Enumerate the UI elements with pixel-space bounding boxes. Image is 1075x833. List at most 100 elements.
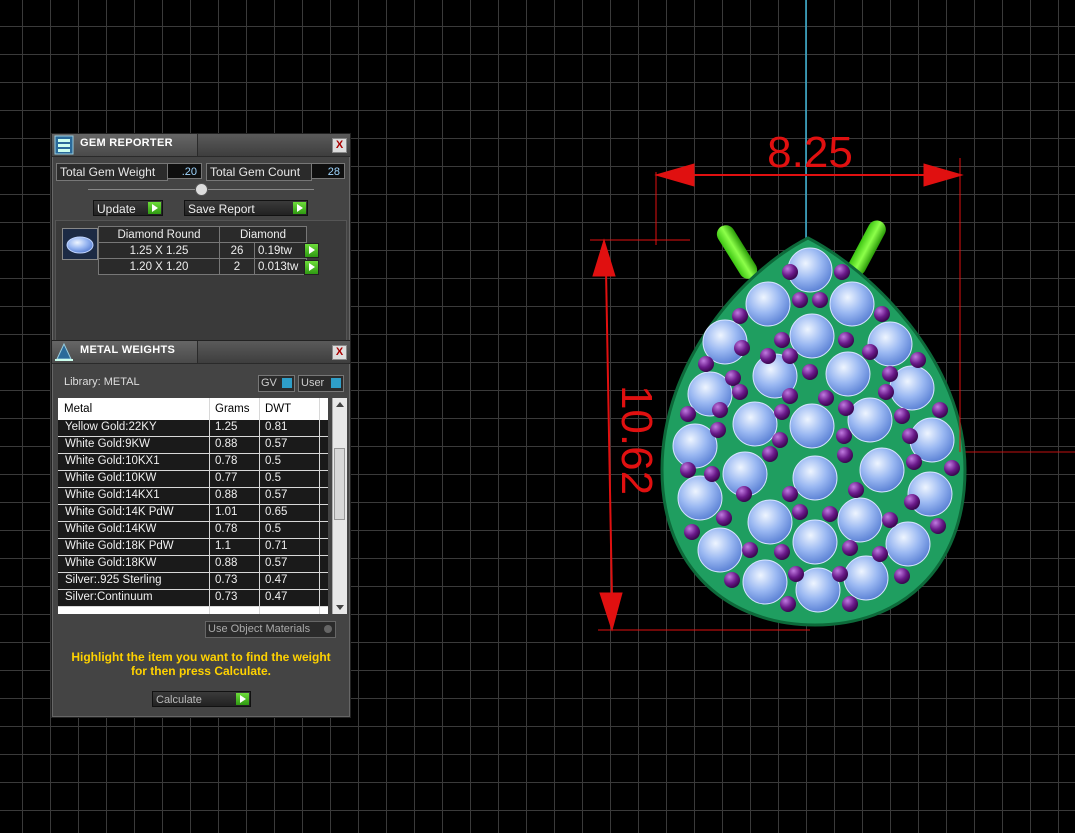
gv-label: GV — [261, 377, 277, 389]
accent-gem — [780, 596, 796, 612]
gem-reporter-tab[interactable]: GEM REPORTER — [52, 134, 198, 156]
metal-table-scrollbar[interactable] — [332, 398, 347, 614]
diamond-round-icon — [63, 229, 97, 259]
save-report-button[interactable]: Save Report — [184, 200, 308, 216]
metal-row[interactable]: White Gold:9KW 0.88 0.57 — [58, 437, 328, 454]
dwt-column-header[interactable]: DWT — [265, 403, 291, 415]
accent-gem — [944, 460, 960, 476]
gem-reporter-close-icon[interactable]: X — [332, 138, 347, 153]
metal-column-header[interactable]: Metal — [64, 403, 92, 415]
round-diamond — [792, 519, 838, 565]
slider-handle[interactable] — [195, 183, 208, 196]
metal-row[interactable]: Silver:.925 Sterling 0.73 0.47 — [58, 573, 328, 590]
metal-weights-panel: METAL WEIGHTS X Library: METAL GV User M… — [51, 340, 351, 718]
accent-gem — [774, 544, 790, 560]
accent-gem — [742, 542, 758, 558]
gem-row[interactable]: 1.25 X 1.25 26 0.19tw — [98, 242, 307, 259]
gem-row[interactable]: 1.20 X 1.20 2 0.013tw — [98, 258, 307, 275]
total-gem-count-value: 28 — [311, 163, 345, 179]
scroll-up-icon[interactable] — [336, 402, 344, 407]
metal-name: Silver:Continuum — [65, 591, 153, 603]
metal-dwt: 0.5 — [265, 455, 281, 467]
metal-weights-titlebar[interactable]: METAL WEIGHTS X — [52, 341, 350, 364]
round-diamond — [789, 403, 835, 449]
gem-row-go-icon[interactable] — [304, 243, 319, 258]
accent-gem — [837, 447, 853, 463]
accent-gem — [724, 572, 740, 588]
accent-gem — [792, 504, 808, 520]
gem-reporter-title: GEM REPORTER — [80, 137, 173, 149]
play-icon — [293, 202, 306, 214]
gem-shape-header: Diamond Round — [98, 226, 220, 243]
round-diamond — [747, 499, 793, 545]
scrollbar-thumb[interactable] — [334, 448, 345, 520]
round-diamond — [847, 397, 893, 443]
metal-row[interactable]: Silver:Continuum 0.73 0.47 — [58, 590, 328, 607]
accent-gem — [842, 540, 858, 556]
round-diamond — [677, 475, 723, 521]
accent-gem — [772, 432, 788, 448]
metal-weights-tab[interactable]: METAL WEIGHTS — [52, 341, 198, 363]
metal-row[interactable]: White Gold:14KX1 0.88 0.57 — [58, 488, 328, 505]
metal-name: White Gold:14KW — [65, 523, 157, 535]
metal-row[interactable]: White Gold:10KX1 0.78 0.5 — [58, 454, 328, 471]
accent-gem — [906, 454, 922, 470]
grams-column-header[interactable]: Grams — [215, 403, 250, 415]
height-dimension-label: 10.62 — [612, 385, 661, 495]
gem-row-go-icon[interactable] — [304, 260, 319, 275]
gem-list-area: Diamond Round Diamond 1.25 X 1.25 26 0.1… — [55, 220, 347, 342]
accent-gem — [716, 510, 732, 526]
user-label: User — [301, 377, 325, 389]
scroll-down-icon[interactable] — [336, 605, 344, 610]
bail-left — [716, 225, 758, 279]
accent-gem — [802, 364, 818, 380]
round-diamond — [867, 321, 913, 367]
accent-gem — [818, 390, 834, 406]
accent-gem — [894, 568, 910, 584]
accent-gem — [836, 428, 852, 444]
metal-grams: 0.73 — [215, 574, 238, 586]
accent-gem — [932, 402, 948, 418]
metal-grams: 1.1 — [215, 540, 231, 552]
accent-gem — [792, 292, 808, 308]
metal-table-header: Metal Grams DWT — [58, 398, 328, 421]
gem-reporter-titlebar[interactable]: GEM REPORTER X — [52, 134, 350, 157]
metal-name: White Gold:9KW — [65, 438, 150, 450]
update-button[interactable]: Update — [93, 200, 163, 216]
calculate-button[interactable]: Calculate — [152, 691, 251, 707]
accent-gem — [782, 486, 798, 502]
accent-gem — [680, 406, 696, 422]
metal-weights-close-icon[interactable]: X — [332, 345, 347, 360]
metal-row[interactable]: Yellow Gold:22KY 1.25 0.81 — [58, 420, 328, 437]
metal-row[interactable]: White Gold:14KW 0.78 0.5 — [58, 522, 328, 539]
metal-name: White Gold:18K PdW — [65, 540, 174, 552]
accent-gem — [734, 340, 750, 356]
hint-line-1: Highlight the item you want to find the … — [71, 650, 331, 664]
metal-name: White Gold:10KW — [65, 472, 157, 484]
accent-gem — [732, 384, 748, 400]
metal-grams: 0.88 — [215, 489, 238, 501]
hint-line-2: for then press Calculate. — [130, 664, 272, 678]
accent-gem — [725, 370, 741, 386]
round-diamond — [742, 559, 788, 605]
accent-gem — [680, 462, 696, 478]
accent-gem — [894, 408, 910, 424]
accent-gem — [832, 566, 848, 582]
metal-row[interactable]: White Gold:18KW 0.88 0.57 — [58, 556, 328, 573]
accent-gem — [788, 566, 804, 582]
diamond-round-thumbnail[interactable] — [62, 228, 98, 260]
metal-row[interactable]: White Gold:14K PdW 1.01 0.65 — [58, 505, 328, 522]
round-diamond — [697, 527, 743, 573]
metal-row[interactable]: White Gold:10KW 0.77 0.5 — [58, 471, 328, 488]
toggle-circle-icon — [324, 625, 332, 633]
user-toggle[interactable]: User — [298, 375, 344, 392]
accent-gem — [902, 428, 918, 444]
gv-toggle[interactable]: GV — [258, 375, 295, 392]
metal-row[interactable]: White Gold:18K PdW 1.1 0.71 — [58, 539, 328, 556]
metal-grams: 0.78 — [215, 455, 238, 467]
play-icon — [148, 202, 161, 214]
metal-grams: 1.25 — [215, 421, 238, 433]
gem-type-header: Diamond — [219, 226, 307, 243]
metal-dwt: 0.57 — [265, 438, 288, 450]
use-object-materials-toggle[interactable]: Use Object Materials — [205, 621, 336, 638]
